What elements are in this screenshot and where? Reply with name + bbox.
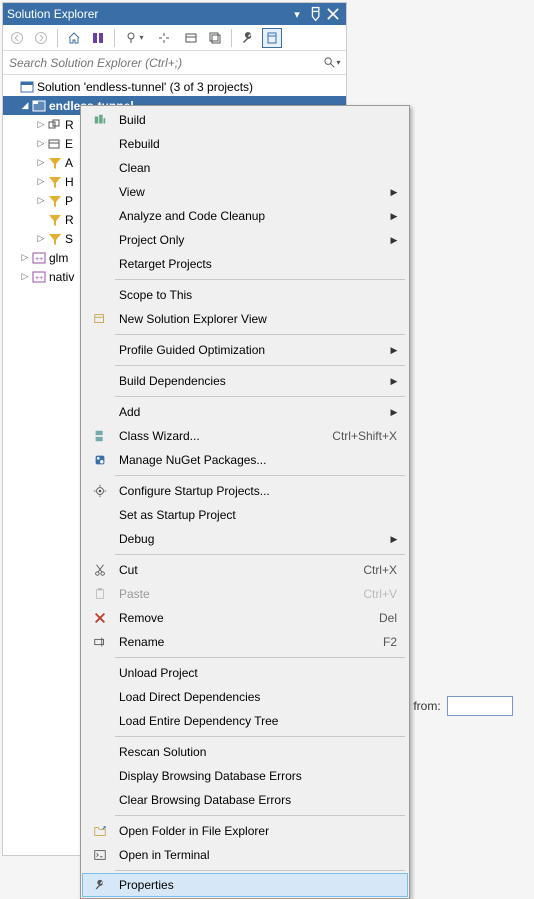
cpp-project-icon: ++ (31, 250, 47, 266)
menu-pgo[interactable]: Profile Guided Optimization▶ (83, 338, 407, 362)
submenu-arrow-icon: ▶ (387, 235, 401, 246)
search-bar[interactable]: ▾ (3, 51, 346, 75)
menu-scope[interactable]: Scope to This (83, 283, 407, 307)
filter-icon (47, 174, 63, 190)
search-input[interactable] (7, 55, 322, 71)
close-button[interactable] (324, 5, 342, 23)
filter-icon (47, 231, 63, 247)
menu-debug[interactable]: Debug▶ (83, 527, 407, 551)
menu-nuget[interactable]: Manage NuGet Packages... (83, 448, 407, 472)
solution-node[interactable]: Solution 'endless-tunnel' (3 of 3 projec… (3, 77, 346, 96)
paste-icon (87, 587, 113, 601)
menu-open-terminal[interactable]: Open in Terminal (83, 843, 407, 867)
terminal-icon (87, 848, 113, 862)
solution-label: Solution 'endless-tunnel' (3 of 3 projec… (37, 80, 253, 94)
menu-disp-browse[interactable]: Display Browsing Database Errors (83, 764, 407, 788)
menu-new-solexp[interactable]: New Solution Explorer View (83, 307, 407, 331)
svg-text:++: ++ (35, 256, 43, 263)
menu-project-only[interactable]: Project Only▶ (83, 228, 407, 252)
background-input[interactable] (447, 696, 513, 716)
external-deps-icon (47, 136, 63, 152)
sync-active-doc-button[interactable] (151, 28, 177, 48)
properties-button[interactable] (238, 28, 258, 48)
menu-load-tree[interactable]: Load Entire Dependency Tree (83, 709, 407, 733)
menu-rebuild[interactable]: Rebuild (83, 132, 407, 156)
solution-icon (19, 79, 35, 95)
submenu-arrow-icon: ▶ (387, 376, 401, 387)
gear-icon (87, 484, 113, 498)
refresh-button[interactable] (181, 28, 201, 48)
project-context-menu: Build Rebuild Clean View▶ Analyze and Co… (80, 105, 410, 899)
build-icon (87, 113, 113, 127)
window-position-button[interactable]: ▾ (288, 8, 306, 21)
menu-paste: PasteCtrl+V (83, 582, 407, 606)
filter-icon (47, 212, 63, 228)
new-view-icon (87, 312, 113, 326)
project-icon (31, 98, 47, 114)
submenu-arrow-icon: ▶ (387, 187, 401, 198)
menu-build-deps[interactable]: Build Dependencies▶ (83, 369, 407, 393)
menu-retarget[interactable]: Retarget Projects (83, 252, 407, 276)
submenu-arrow-icon: ▶ (387, 211, 401, 222)
home-button[interactable] (64, 28, 84, 48)
menu-clean[interactable]: Clean (83, 156, 407, 180)
nuget-icon (87, 453, 113, 467)
menu-rescan[interactable]: Rescan Solution (83, 740, 407, 764)
back-button[interactable] (7, 28, 27, 48)
menu-load-direct[interactable]: Load Direct Dependencies (83, 685, 407, 709)
forward-button[interactable] (31, 28, 51, 48)
background-cutfrom-label: ut from: (400, 696, 513, 716)
menu-set-startup[interactable]: Set as Startup Project (83, 503, 407, 527)
references-icon (47, 117, 63, 133)
autohide-button[interactable] (306, 5, 324, 23)
menu-view[interactable]: View▶ (83, 180, 407, 204)
rename-icon (87, 635, 113, 649)
svg-text:++: ++ (35, 275, 43, 282)
filter-icon (47, 193, 63, 209)
filter-icon (47, 155, 63, 171)
panel-titlebar: Solution Explorer ▾ (3, 3, 346, 25)
switch-views-button[interactable] (88, 28, 108, 48)
collapse-all-button[interactable] (205, 28, 225, 48)
folder-open-icon (87, 824, 113, 838)
menu-rename[interactable]: RenameF2 (83, 630, 407, 654)
class-wizard-icon (87, 429, 113, 443)
remove-icon (87, 611, 113, 625)
menu-cfg-startup[interactable]: Configure Startup Projects... (83, 479, 407, 503)
menu-class-wizard[interactable]: Class Wizard...Ctrl+Shift+X (83, 424, 407, 448)
submenu-arrow-icon: ▶ (387, 534, 401, 545)
menu-add[interactable]: Add▶ (83, 400, 407, 424)
menu-clear-browse[interactable]: Clear Browsing Database Errors (83, 788, 407, 812)
search-icon[interactable]: ▾ (322, 56, 342, 69)
panel-title: Solution Explorer (7, 7, 288, 21)
cpp-project-icon: ++ (31, 269, 47, 285)
toolbar: ▾ (3, 25, 346, 51)
submenu-arrow-icon: ▶ (387, 407, 401, 418)
menu-remove[interactable]: RemoveDel (83, 606, 407, 630)
menu-analyze[interactable]: Analyze and Code Cleanup▶ (83, 204, 407, 228)
submenu-arrow-icon: ▶ (387, 345, 401, 356)
menu-properties[interactable]: Properties (82, 873, 408, 897)
pending-changes-filter[interactable]: ▾ (121, 28, 147, 48)
wrench-icon (87, 878, 113, 892)
menu-open-folder[interactable]: Open Folder in File Explorer (83, 819, 407, 843)
menu-unload[interactable]: Unload Project (83, 661, 407, 685)
preview-button[interactable] (262, 28, 282, 48)
menu-cut[interactable]: CutCtrl+X (83, 558, 407, 582)
cut-icon (87, 563, 113, 577)
menu-build[interactable]: Build (83, 108, 407, 132)
